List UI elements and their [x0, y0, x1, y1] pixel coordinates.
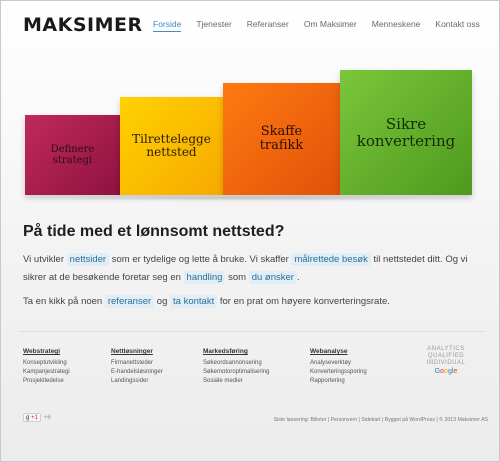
step-2-line2: nettsted: [146, 145, 197, 159]
intro-paragraph-1: Vi utvikler nettsider som er tydelige og…: [23, 251, 483, 287]
maksimer-logo[interactable]: MAKSIMER: [23, 14, 143, 36]
footer-link[interactable]: Sosiale medier: [203, 377, 269, 386]
footer-link[interactable]: Rapportering: [310, 377, 367, 386]
badge-line-2: QUALIFIED: [427, 353, 465, 359]
link-ta-kontakt[interactable]: ta kontakt: [170, 295, 218, 308]
step-sikre-konvertering[interactable]: Sikre konvertering: [340, 70, 472, 195]
p2-text-2: og: [154, 296, 171, 307]
footer-link[interactable]: Analyseverktøy: [310, 359, 367, 368]
site-header: MAKSIMER Forside Tjenester Referanser Om…: [1, 1, 499, 45]
footer-link[interactable]: Landingssider: [111, 377, 163, 386]
footer-bottom: g +1 +6 Siste lansering: Billoter | Pers…: [23, 413, 488, 433]
step-1-line2: strategi: [52, 155, 93, 166]
page-heading: På tide med et lønnsomt nettsted?: [23, 223, 285, 240]
footer-col-nettlosninger: Nettløsninger Firmanettsteder E-handelsl…: [111, 348, 163, 386]
nav-kontakt-oss[interactable]: Kontakt oss: [435, 19, 479, 32]
footer-link[interactable]: Konseptutvikling: [23, 359, 70, 368]
step-4-line1: Sikre: [385, 115, 427, 133]
footer-link[interactable]: Konverteringssporing: [310, 368, 367, 377]
page-frame: MAKSIMER Forside Tjenester Referanser Om…: [0, 0, 500, 462]
nav-om-maksimer[interactable]: Om Maksimer: [304, 19, 357, 32]
step-skaffe-trafikk[interactable]: Skaffe trafikk: [223, 83, 340, 195]
badge-line-3: INDIVIDUAL: [426, 360, 466, 366]
step-tilrettelegge-nettsted[interactable]: Tilrettelegge nettsted: [120, 97, 223, 195]
p1-text-1: Vi utvikler: [23, 254, 67, 265]
footer-link[interactable]: Firmanettsteder: [111, 359, 163, 368]
process-stairs: Definere strategi Tilrettelegge nettsted S…: [1, 61, 499, 201]
footer-col-webstrategi: Webstrategi Konseptutvikling Kampanjestr…: [23, 348, 70, 386]
footer-link[interactable]: Kampanjestrategi: [23, 368, 70, 377]
stairs-shadow: [21, 195, 476, 201]
footer-copyright: Siste lansering: Billoter | Personvern |…: [273, 417, 488, 423]
link-referanser[interactable]: referanser: [104, 295, 155, 308]
footer-col-title[interactable]: Nettløsninger: [111, 348, 163, 355]
link-handling[interactable]: handling: [183, 271, 226, 284]
p1-text-2: som er tydelige og lette å bruke. Vi ska…: [109, 254, 292, 265]
google-logo: Google: [434, 368, 458, 375]
nav-forside[interactable]: Forside: [153, 19, 182, 32]
step-3-line2: trafikk: [259, 138, 304, 153]
step-4-line2: konvertering: [356, 131, 456, 150]
badge-line-1: ANALYTICS: [427, 346, 465, 352]
footer-col-webanalyse: Webanalyse Analyseverktøy Konverteringss…: [310, 348, 367, 386]
p2-text-1: Ta en kikk på noen: [23, 296, 105, 307]
link-nettsider[interactable]: nettsider: [66, 253, 110, 266]
link-malrettede-besok[interactable]: målrettede besøk: [291, 253, 371, 266]
step-1-line1: Definere: [50, 144, 95, 155]
p2-text-3: for en prat om høyere konverteringsrate.: [217, 296, 390, 307]
footer-link[interactable]: Søkemotoroptimalisering: [203, 368, 269, 377]
google-plus-button[interactable]: g +1: [23, 413, 41, 422]
nav-referanser[interactable]: Referanser: [247, 19, 289, 32]
nav-menneskene[interactable]: Menneskene: [372, 19, 421, 32]
intro-section: På tide med et lønnsomt nettsted? Vi utv…: [23, 223, 483, 317]
google-analytics-badge[interactable]: ANALYTICS QUALIFIED INDIVIDUAL Google: [411, 346, 481, 375]
footer-divider: [19, 331, 484, 332]
p1-text-5: .: [296, 272, 300, 283]
main-nav: Forside Tjenester Referanser Om Maksimer…: [153, 19, 480, 32]
footer-link[interactable]: E-handelsløsninger: [111, 368, 163, 377]
p1-text-4: som: [225, 272, 249, 283]
google-plus-icon: g: [26, 415, 30, 421]
intro-paragraph-2: Ta en kikk på noen referanser og ta kont…: [23, 293, 483, 311]
footer-col-title[interactable]: Markedsføring: [203, 348, 269, 355]
google-plus-widget: g +1 +6: [23, 413, 51, 422]
footer-link[interactable]: Søkeordsannonsering: [203, 359, 269, 368]
link-du-onsker[interactable]: du ønsker: [248, 271, 297, 284]
footer-link[interactable]: Prosjektledelse: [23, 377, 70, 386]
google-plus-label: +1: [31, 415, 38, 421]
step-definere-strategi[interactable]: Definere strategi: [25, 115, 120, 195]
nav-tjenester[interactable]: Tjenester: [196, 19, 231, 32]
footer-col-title[interactable]: Webstrategi: [23, 348, 70, 355]
google-plus-count: +6: [43, 414, 51, 421]
footer-col-markedsforing: Markedsføring Søkeordsannonsering Søkemo…: [203, 348, 269, 386]
footer-col-title[interactable]: Webanalyse: [310, 348, 367, 355]
step-3-line1: Skaffe: [260, 123, 303, 139]
